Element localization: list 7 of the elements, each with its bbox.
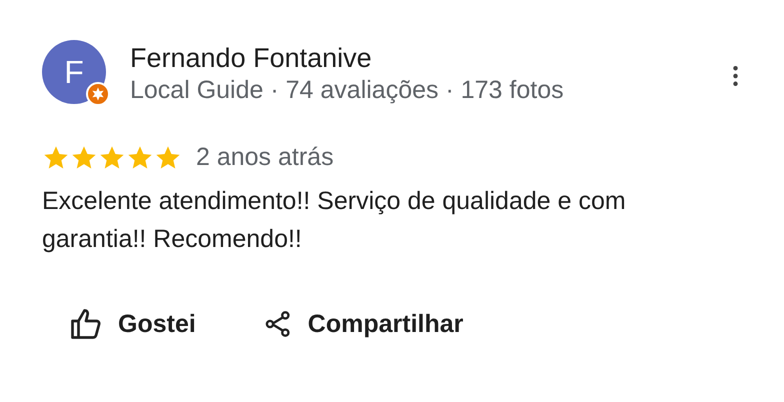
review-time: 2 anos atrás [196,143,334,172]
guide-badge-icon [86,82,110,106]
share-button[interactable]: Compartilhar [258,302,468,346]
author-meta: Local Guide · 74 avaliações · 173 fotos [130,75,565,105]
review-text: Excelente atendimento!! Serviço de qualidade e com garantia!! Recomendo!! [42,186,627,255]
author-name[interactable]: Fernando Fontanive [130,41,701,75]
like-button[interactable]: Gostei [64,302,200,346]
